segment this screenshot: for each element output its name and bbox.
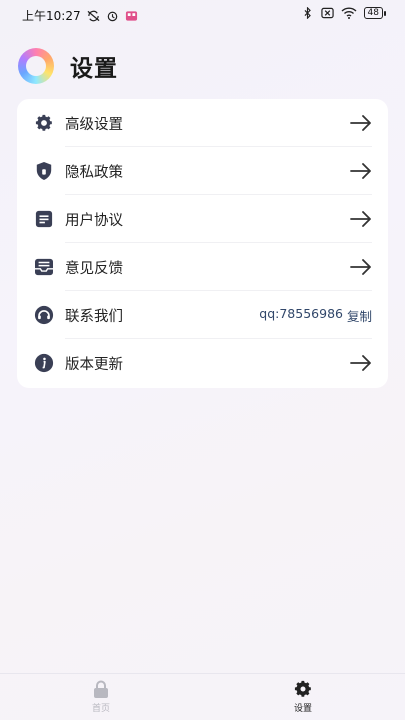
tab-home-label: 首页 [91,704,110,714]
settings-item-label: 联系我们 [65,308,123,325]
shield-icon [33,160,55,182]
arrow-right-icon [350,259,371,275]
wifi-icon [341,7,357,19]
inbox-icon [33,256,55,278]
settings-item-label: 用户协议 [65,212,123,229]
no-sim-icon [320,7,334,19]
gear-icon [33,112,55,134]
battery-indicator: 48 [363,7,387,19]
settings-item-update[interactable]: 版本更新 [17,339,388,387]
document-icon [33,208,55,230]
contact-info: qq:78556986 复制 [259,306,372,325]
sync-off-icon [87,10,100,21]
settings-list: 高级设置 隐私政策 用户协议 意见反馈 联系我们 qq:78556986 复制 [17,99,388,388]
info-icon [33,352,55,374]
settings-item-contact[interactable]: 联系我们 qq:78556986 复制 [17,291,388,339]
bluetooth-icon [304,7,311,19]
arrow-right-icon [350,115,371,131]
tab-settings[interactable]: 设置 [273,679,333,714]
settings-item-advanced[interactable]: 高级设置 [17,99,388,147]
lock-icon [94,680,108,698]
settings-item-label: 高级设置 [65,116,123,133]
tab-settings-label: 设置 [293,704,312,714]
status-bar: 上午10:27 48 [0,0,405,30]
settings-item-privacy[interactable]: 隐私政策 [17,147,388,195]
app-notification-icon [125,10,137,21]
copy-button[interactable]: 复制 [347,306,372,325]
status-time: 上午10:27 [22,9,81,23]
settings-item-label: 版本更新 [65,356,123,373]
arrow-right-icon [350,211,371,227]
alarm-icon [107,11,117,21]
gear-icon [294,680,311,697]
app-logo [18,48,54,84]
bottom-tab-bar: 首页 设置 [0,673,405,720]
arrow-right-icon [350,355,371,371]
page-title: 设置 [70,56,118,82]
settings-item-label: 意见反馈 [65,260,123,277]
arrow-right-icon [350,163,371,179]
qq-number: qq:78556986 [259,305,343,321]
page-header: 设置 [18,48,118,84]
tab-home[interactable]: 首页 [71,679,131,714]
settings-item-agreement[interactable]: 用户协议 [17,195,388,243]
settings-item-label: 隐私政策 [65,164,123,181]
settings-item-feedback[interactable]: 意见反馈 [17,243,388,291]
headset-icon [33,304,55,326]
